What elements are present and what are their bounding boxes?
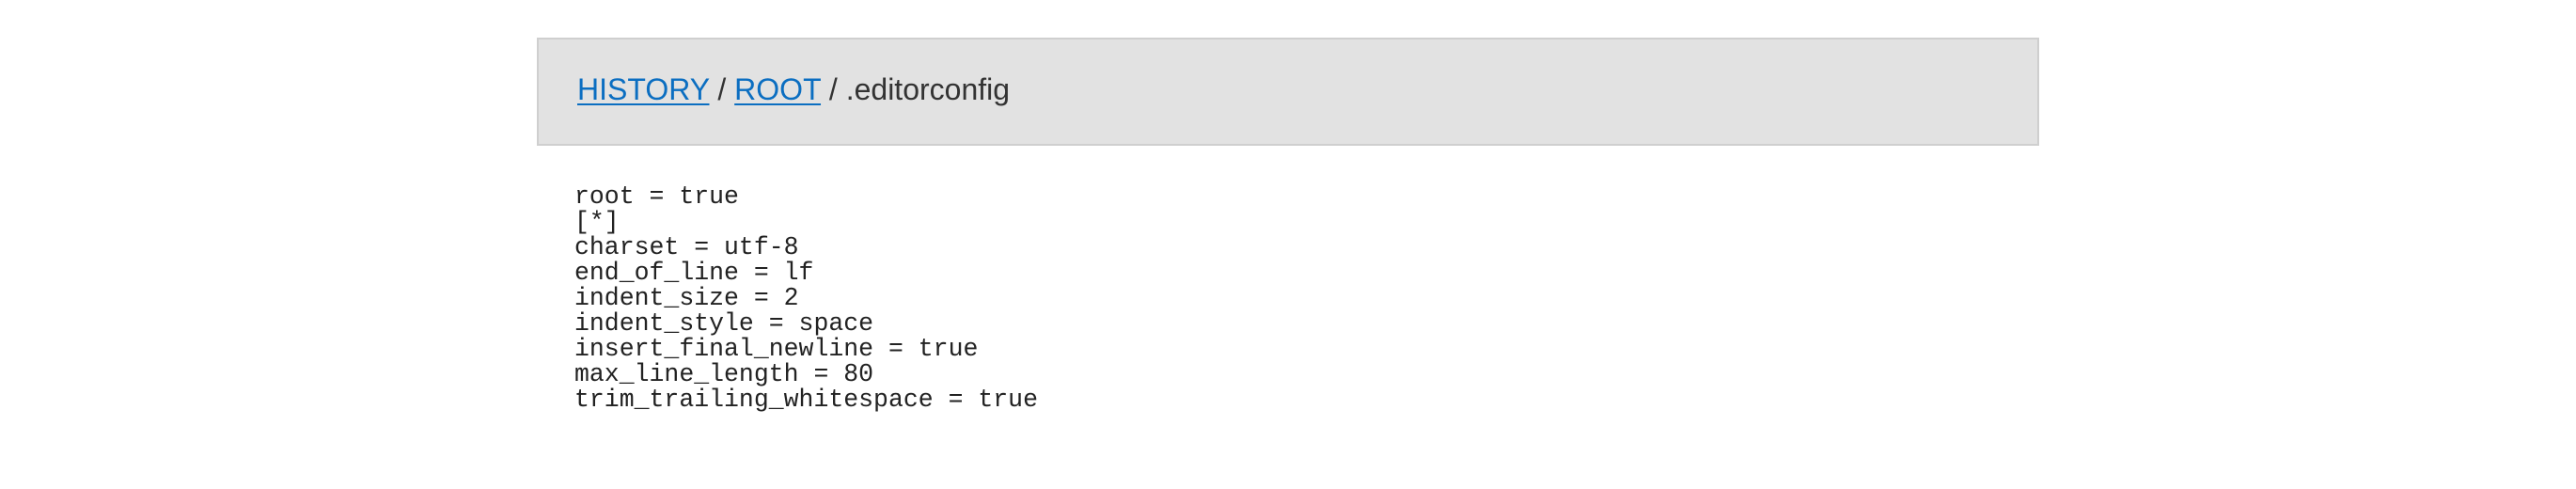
- code-line: insert_final_newline = true: [574, 335, 979, 363]
- code-line: root = true: [574, 182, 739, 211]
- file-content: root = true [*] charset = utf-8 end_of_line…: [574, 184, 1038, 413]
- page: HISTORY / ROOT / .editorconfig root = tr…: [0, 0, 2576, 489]
- breadcrumb-history-link[interactable]: HISTORY: [577, 72, 710, 106]
- code-line: max_line_length = 80: [574, 360, 874, 388]
- code-line: indent_size = 2: [574, 284, 799, 312]
- code-line: end_of_line = lf: [574, 259, 814, 287]
- breadcrumb-header: HISTORY / ROOT / .editorconfig: [537, 38, 2039, 146]
- breadcrumb-separator: /: [709, 72, 735, 106]
- breadcrumb: HISTORY / ROOT / .editorconfig: [577, 71, 1010, 107]
- code-line: [*]: [574, 208, 620, 236]
- code-line: charset = utf-8: [574, 233, 799, 261]
- code-line: trim_trailing_whitespace = true: [574, 386, 1038, 414]
- breadcrumb-separator: /: [821, 72, 846, 106]
- code-line: indent_style = space: [574, 309, 874, 338]
- breadcrumb-current-file: .editorconfig: [845, 72, 1011, 106]
- breadcrumb-root-link[interactable]: ROOT: [734, 72, 821, 106]
